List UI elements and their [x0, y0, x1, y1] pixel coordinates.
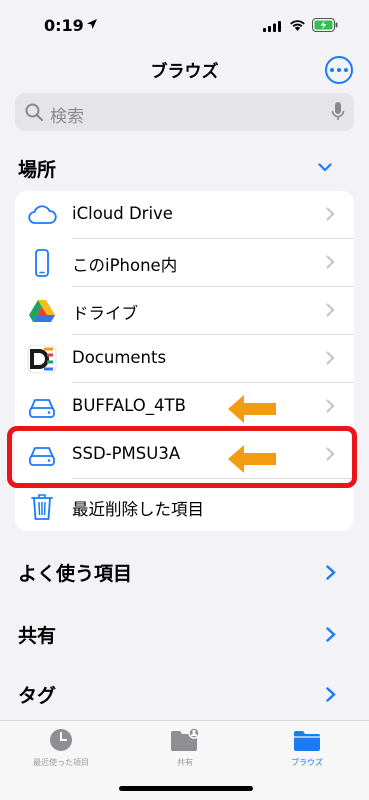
status-bar: 0:19	[0, 0, 369, 52]
chevron-right-icon	[326, 627, 336, 642]
tab-shared[interactable]: 共有	[130, 728, 240, 768]
chevron-down-icon[interactable]	[318, 163, 332, 172]
location-label: ドライブ	[72, 304, 138, 323]
shared-section[interactable]: 共有	[18, 621, 358, 651]
trash-icon	[31, 494, 53, 520]
shared-section-title: 共有	[18, 625, 57, 647]
tab-recents-label: 最近使った項目	[33, 758, 89, 767]
chevron-right-icon	[326, 351, 335, 365]
documents-app-icon	[27, 345, 57, 373]
clock-icon	[50, 729, 72, 751]
chevron-right-icon	[326, 303, 335, 317]
chevron-right-icon	[326, 565, 336, 580]
wifi-icon	[290, 20, 305, 31]
page-title: ブラウズ	[150, 62, 219, 82]
tab-shared-label: 共有	[177, 758, 193, 767]
arrow-left-icon	[228, 395, 276, 423]
location-label: iCloud Drive	[72, 204, 173, 223]
microphone-icon[interactable]	[331, 102, 345, 122]
location-label: BUFFALO_4TB	[72, 396, 186, 415]
location-label: 最近削除した項目	[72, 500, 204, 519]
folder-icon	[294, 731, 320, 751]
more-options-button[interactable]	[325, 56, 353, 84]
chevron-right-icon	[326, 207, 335, 221]
location-arrow-icon	[87, 19, 97, 29]
cellular-signal-icon	[263, 21, 281, 32]
battery-charging-icon	[312, 18, 338, 32]
location-item-on-my-iphone[interactable]: このiPhone内	[15, 239, 354, 287]
locations-section-title: 場所	[18, 159, 57, 181]
icloud-icon	[28, 205, 57, 224]
iphone-icon	[35, 249, 49, 277]
tags-section[interactable]: タグ	[18, 681, 358, 711]
shared-folder-icon	[171, 728, 200, 751]
chevron-right-icon	[326, 399, 335, 413]
tags-section-title: タグ	[18, 685, 57, 707]
favorites-section-title: よく使う項目	[18, 563, 133, 585]
favorites-section[interactable]: よく使う項目	[18, 559, 358, 589]
external-drive-icon	[29, 399, 55, 418]
tab-browse[interactable]: ブラウズ	[252, 728, 362, 768]
location-item-recently-deleted[interactable]: 最近削除した項目	[15, 483, 354, 531]
chevron-right-icon	[326, 687, 336, 702]
ellipsis-dot	[344, 68, 348, 72]
home-indicator	[119, 786, 253, 791]
google-drive-icon	[29, 300, 55, 322]
status-time: 0:19	[44, 16, 84, 35]
tab-browse-label: ブラウズ	[291, 758, 323, 767]
search-icon	[25, 103, 43, 121]
location-item-google-drive[interactable]: ドライブ	[15, 287, 354, 335]
tab-recents[interactable]: 最近使った項目	[6, 728, 116, 768]
ellipsis-icon	[330, 68, 334, 72]
location-item-icloud-drive[interactable]: iCloud Drive	[15, 191, 354, 239]
location-item-documents[interactable]: Documents	[15, 335, 354, 383]
location-label: このiPhone内	[72, 256, 178, 275]
chevron-right-icon	[326, 255, 335, 269]
ellipsis-dot	[337, 68, 341, 72]
highlight-box	[7, 426, 357, 488]
search-placeholder: 検索	[50, 107, 84, 127]
search-input[interactable]: 検索	[15, 93, 354, 131]
location-label: Documents	[72, 348, 167, 367]
location-item-buffalo-4tb[interactable]: BUFFALO_4TB	[15, 383, 354, 431]
arrow-left-icon	[228, 445, 276, 473]
